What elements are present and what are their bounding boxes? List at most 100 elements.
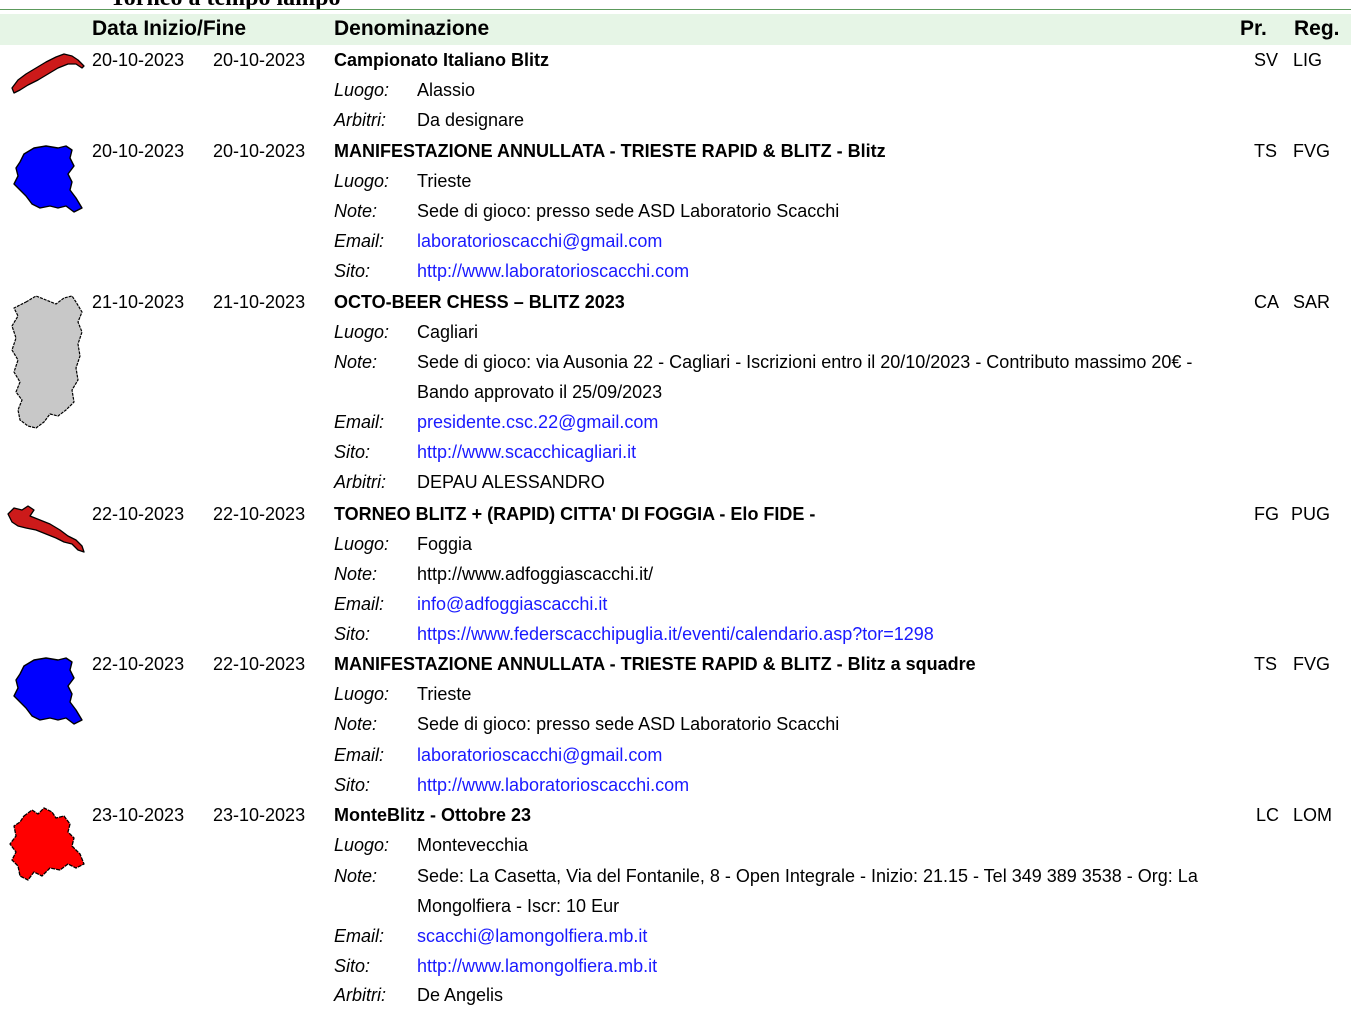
event-title: MANIFESTAZIONE ANNULLATA - TRIESTE RAPID… bbox=[334, 141, 886, 161]
note-label: Note: bbox=[334, 352, 378, 372]
event-row: 20-10-2023 20-10-2023 MANIFESTAZIONE ANN… bbox=[0, 136, 1351, 166]
start-date: 22-10-2023 bbox=[92, 504, 185, 524]
start-date: 20-10-2023 bbox=[92, 50, 185, 70]
arbitri-label: Arbitri: bbox=[334, 110, 387, 130]
detail-row: Sito: http://www.scacchicagliari.it bbox=[0, 437, 1351, 467]
detail-row: Luogo: Trieste bbox=[0, 166, 1351, 196]
header-prov: Pr. bbox=[1240, 17, 1267, 40]
email-link[interactable]: laboratorioscacchi@gmail.com bbox=[417, 740, 662, 770]
luogo-label: Luogo: bbox=[334, 835, 390, 855]
province: TS bbox=[1254, 141, 1278, 161]
header-reg: Reg. bbox=[1294, 17, 1340, 40]
detail-row: Email: presidente.csc.22@gmail.com bbox=[0, 407, 1351, 437]
luogo-value: Trieste bbox=[417, 171, 472, 191]
detail-row: Note: http://www.adfoggiascacchi.it/ bbox=[0, 559, 1351, 589]
region: LOM bbox=[1293, 805, 1333, 825]
email-link[interactable]: scacchi@lamongolfiera.mb.it bbox=[417, 921, 647, 951]
email-label: Email: bbox=[334, 594, 385, 614]
detail-row: Note: Sede di gioco: presso sede ASD Lab… bbox=[0, 196, 1351, 226]
detail-row: Arbitri: DEPAU ALESSANDRO bbox=[0, 467, 1351, 497]
detail-row: Luogo: Cagliari bbox=[0, 317, 1351, 347]
detail-row: Luogo: Montevecchia bbox=[0, 830, 1351, 860]
header-date: Data Inizio/Fine bbox=[92, 17, 247, 40]
website-link[interactable]: http://www.lamongolfiera.mb.it bbox=[417, 951, 657, 981]
note-value: http://www.adfoggiascacchi.it/ bbox=[417, 564, 654, 584]
start-date: 23-10-2023 bbox=[92, 805, 185, 825]
detail-row: Luogo: Trieste bbox=[0, 679, 1351, 709]
event-title: OCTO-BEER CHESS – BLITZ 2023 bbox=[334, 292, 625, 312]
detail-row: Sito: http://www.laboratorioscacchi.com bbox=[0, 256, 1351, 286]
arbitri-value: DEPAU ALESSANDRO bbox=[417, 472, 605, 492]
arbitri-label: Arbitri: bbox=[334, 985, 387, 1005]
email-link[interactable]: info@adfoggiascacchi.it bbox=[417, 589, 607, 619]
website-link[interactable]: https://www.federscacchipuglia.it/eventi… bbox=[417, 619, 934, 649]
end-date: 22-10-2023 bbox=[213, 654, 306, 674]
detail-row: Sito: http://www.laboratorioscacchi.com bbox=[0, 770, 1351, 800]
detail-row: Sito: http://www.lamongolfiera.mb.it bbox=[0, 951, 1351, 981]
note-label: Note: bbox=[334, 866, 378, 886]
sito-label: Sito: bbox=[334, 956, 371, 976]
region: FVG bbox=[1293, 141, 1331, 161]
end-date: 21-10-2023 bbox=[213, 292, 306, 312]
email-link[interactable]: laboratorioscacchi@gmail.com bbox=[417, 226, 662, 256]
email-label: Email: bbox=[334, 412, 385, 432]
event-row: 22-10-2023 22-10-2023 TORNEO BLITZ + (RA… bbox=[0, 499, 1351, 529]
region: FVG bbox=[1293, 654, 1331, 674]
arbitri-value: De Angelis bbox=[417, 985, 504, 1005]
arbitri-value: Da designare bbox=[417, 110, 525, 130]
luogo-value: Foggia bbox=[417, 534, 473, 554]
note-value-continued: Bando approvato il 25/09/2023 bbox=[417, 382, 663, 402]
sito-label: Sito: bbox=[334, 775, 371, 795]
note-label: Note: bbox=[334, 201, 378, 221]
event-row: 21-10-2023 21-10-2023 OCTO-BEER CHESS – … bbox=[0, 287, 1351, 317]
luogo-label: Luogo: bbox=[334, 684, 390, 704]
website-link[interactable]: http://www.scacchicagliari.it bbox=[417, 437, 636, 467]
event-title: Campionato Italiano Blitz bbox=[334, 50, 550, 70]
note-value: Sede di gioco: presso sede ASD Laborator… bbox=[417, 714, 840, 734]
note-value-continued: Mongolfiera - Iscr: 10 Eur bbox=[417, 896, 620, 916]
province: TS bbox=[1254, 654, 1278, 674]
header-name: Denominazione bbox=[334, 17, 490, 40]
event-title: MonteBlitz - Ottobre 23 bbox=[334, 805, 531, 825]
detail-row: Luogo: Foggia bbox=[0, 529, 1351, 559]
luogo-label: Luogo: bbox=[334, 322, 390, 342]
region: SAR bbox=[1293, 292, 1331, 312]
end-date: 20-10-2023 bbox=[213, 141, 306, 161]
region: PUG bbox=[1291, 504, 1331, 524]
province: SV bbox=[1254, 50, 1279, 70]
note-label: Note: bbox=[334, 564, 378, 584]
event-title: TORNEO BLITZ + (RAPID) CITTA' DI FOGGIA … bbox=[334, 504, 816, 524]
luogo-label: Luogo: bbox=[334, 534, 390, 554]
email-label: Email: bbox=[334, 926, 385, 946]
top-title-bar: Torneo a tempo lampo bbox=[0, 0, 1351, 10]
luogo-value: Alassio bbox=[417, 80, 476, 100]
detail-row: Note: Sede di gioco: via Ausonia 22 - Ca… bbox=[0, 347, 1351, 377]
event-row: 22-10-2023 22-10-2023 MANIFESTAZIONE ANN… bbox=[0, 649, 1351, 679]
page-title-partial: Torneo a tempo lampo bbox=[110, 0, 340, 9]
detail-row: Arbitri: Da designare bbox=[0, 105, 1351, 135]
detail-row: Luogo: Alassio bbox=[0, 75, 1351, 105]
sito-label: Sito: bbox=[334, 442, 371, 462]
luogo-value: Montevecchia bbox=[417, 835, 529, 855]
event-row: 23-10-2023 23-10-2023 MonteBlitz - Ottob… bbox=[0, 800, 1351, 830]
website-link[interactable]: http://www.laboratorioscacchi.com bbox=[417, 256, 689, 286]
detail-row: Note: Sede: La Casetta, Via del Fontanil… bbox=[0, 861, 1351, 891]
detail-row: Email: info@adfoggiascacchi.it bbox=[0, 589, 1351, 619]
luogo-value: Cagliari bbox=[417, 322, 479, 342]
website-link[interactable]: http://www.laboratorioscacchi.com bbox=[417, 770, 689, 800]
note-value: Sede: La Casetta, Via del Fontanile, 8 -… bbox=[417, 866, 1198, 886]
start-date: 20-10-2023 bbox=[92, 141, 185, 161]
detail-row: Sito: https://www.federscacchipuglia.it/… bbox=[0, 619, 1351, 649]
detail-row: Note: Sede di gioco: presso sede ASD Lab… bbox=[0, 709, 1351, 739]
note-value: Sede di gioco: presso sede ASD Laborator… bbox=[417, 201, 840, 221]
email-link[interactable]: presidente.csc.22@gmail.com bbox=[417, 407, 658, 437]
sito-label: Sito: bbox=[334, 261, 371, 281]
start-date: 22-10-2023 bbox=[92, 654, 185, 674]
detail-row: Email: laboratorioscacchi@gmail.com bbox=[0, 740, 1351, 770]
event-row: 20-10-2023 20-10-2023 Campionato Italian… bbox=[0, 45, 1351, 75]
detail-row: Email: laboratorioscacchi@gmail.com bbox=[0, 226, 1351, 256]
detail-row: Arbitri: De Angelis bbox=[0, 980, 1351, 1010]
note-value: Sede di gioco: via Ausonia 22 - Cagliari… bbox=[417, 352, 1193, 372]
end-date: 22-10-2023 bbox=[213, 504, 306, 524]
arbitri-label: Arbitri: bbox=[334, 472, 387, 492]
